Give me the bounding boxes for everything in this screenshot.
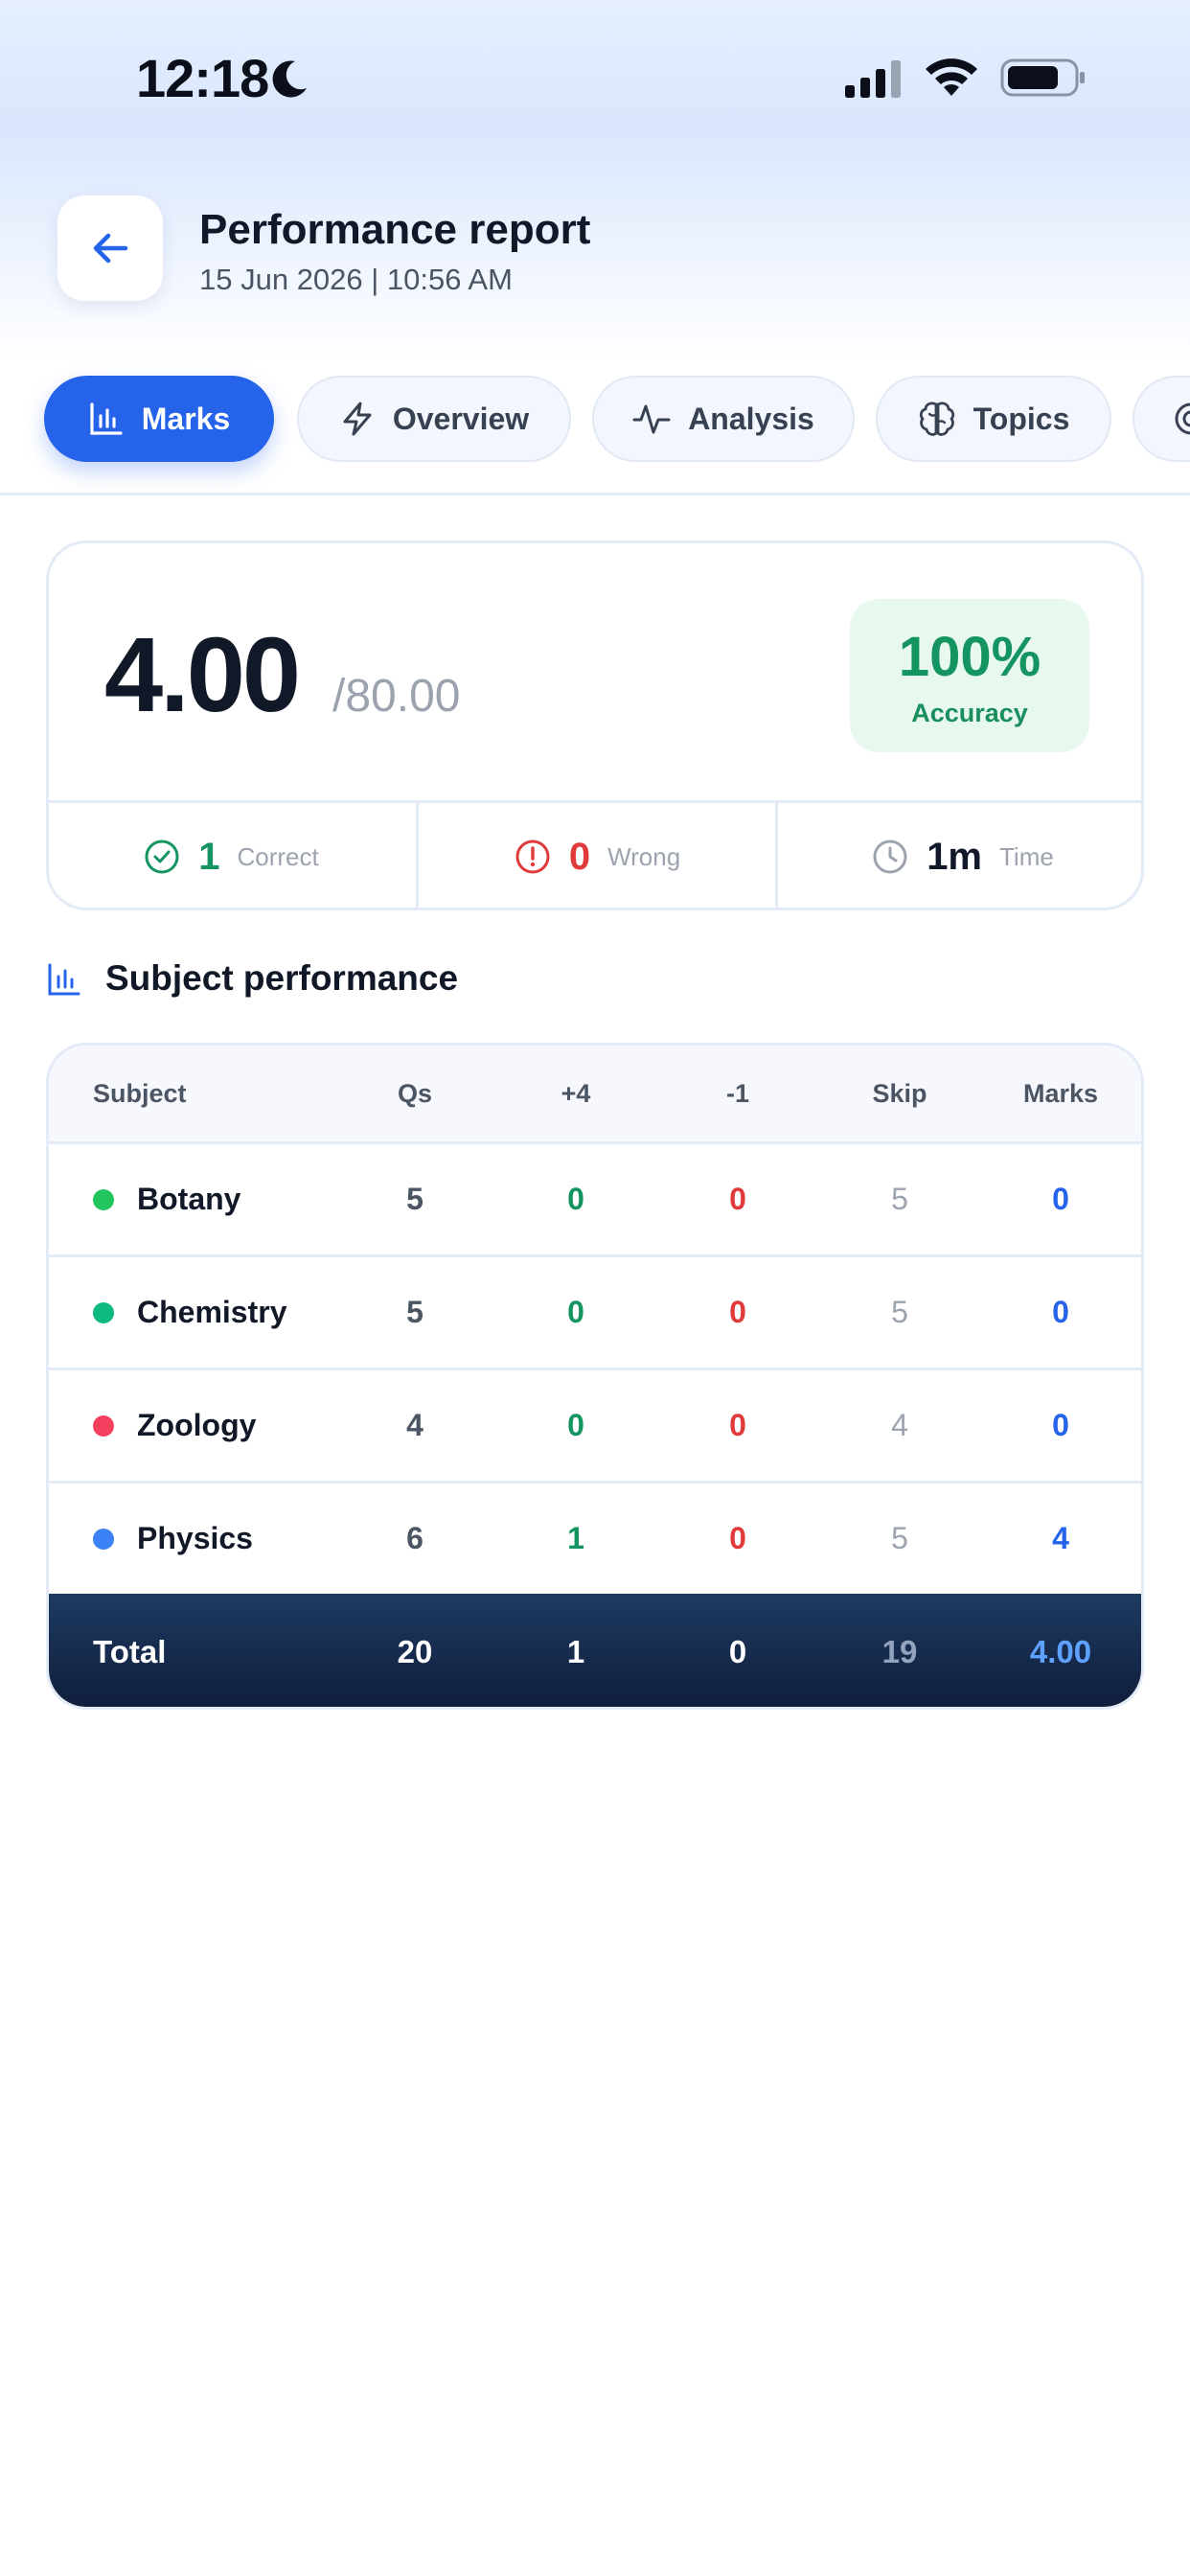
subject-performance-table: Subject Qs +4 -1 Skip Marks Botany 5 0 0… xyxy=(46,1043,1144,1710)
score-value: 4.00 xyxy=(104,616,301,734)
page-title: Performance report xyxy=(199,206,591,253)
stat-correct: 1 Correct xyxy=(49,803,413,908)
table-row[interactable]: Zoology 4 0 0 4 0 xyxy=(49,1368,1141,1481)
table-row[interactable]: Physics 6 1 0 5 4 xyxy=(49,1481,1141,1594)
table-row[interactable]: Chemistry 5 0 0 5 0 xyxy=(49,1254,1141,1368)
subject-color-dot xyxy=(93,1301,114,1323)
skip-cell: 4 xyxy=(891,1408,908,1442)
back-button[interactable] xyxy=(57,196,163,301)
qs-cell: 6 xyxy=(406,1521,423,1555)
minus-cell: 0 xyxy=(729,1408,746,1442)
minus-cell: 0 xyxy=(729,1182,746,1216)
tab-topics[interactable]: Topics xyxy=(876,376,1111,462)
subject-color-dot xyxy=(93,1414,114,1437)
subject-name: Physics xyxy=(137,1521,253,1555)
total-marks: 4.00 xyxy=(1029,1634,1092,1669)
qs-cell: 5 xyxy=(406,1182,423,1216)
check-circle-icon xyxy=(145,840,179,874)
minus-cell: 0 xyxy=(729,1521,746,1555)
tab-overview[interactable]: Overview xyxy=(297,376,571,462)
time-label: Time xyxy=(999,841,1054,871)
wifi-icon xyxy=(926,58,977,96)
table-row[interactable]: Botany 5 0 0 5 0 xyxy=(49,1141,1141,1254)
brain-icon xyxy=(919,402,954,436)
header-qs: Qs xyxy=(397,1078,433,1108)
tab-analysis[interactable]: Analysis xyxy=(592,376,855,462)
wrong-label: Wrong xyxy=(607,841,681,871)
plus-cell: 0 xyxy=(567,1182,584,1216)
arrow-left-icon xyxy=(93,233,128,264)
subject-name: Chemistry xyxy=(137,1295,287,1329)
table-header-row: Subject Qs +4 -1 Skip Marks xyxy=(49,1046,1141,1141)
plus-cell: 0 xyxy=(567,1295,584,1329)
wrong-count: 0 xyxy=(568,835,591,878)
accuracy-badge: 100% Accuracy xyxy=(850,599,1089,752)
subject-cell: Botany xyxy=(93,1144,380,1254)
score-total: /80.00 xyxy=(332,671,461,722)
stat-time: 1m Time xyxy=(781,803,1141,908)
tab-analysis-label: Analysis xyxy=(688,401,814,436)
target-icon xyxy=(1175,402,1190,435)
tab-marks[interactable]: Marks xyxy=(44,376,274,462)
marks-cell: 0 xyxy=(1052,1295,1069,1329)
qs-cell: 5 xyxy=(406,1295,423,1329)
total-plus: 1 xyxy=(566,1634,585,1669)
report-datetime: 15 Jun 2026 | 10:56 AM xyxy=(199,263,513,296)
marks-cell: 0 xyxy=(1052,1182,1069,1216)
subject-color-dot xyxy=(93,1528,114,1550)
bar-chart-icon xyxy=(48,963,80,996)
total-skip: 19 xyxy=(881,1634,918,1669)
header-subject: Subject xyxy=(93,1078,187,1108)
clock-icon xyxy=(873,840,907,874)
lightning-icon xyxy=(343,402,372,436)
performance-report-screen: 12:18 Performance report 15 Jun 2026 | 1… xyxy=(0,0,1190,2576)
skip-cell: 5 xyxy=(891,1521,908,1555)
pulse-icon xyxy=(632,404,671,434)
subject-cell: Physics xyxy=(93,1484,380,1594)
qs-cell: 4 xyxy=(406,1408,423,1442)
header-minus: -1 xyxy=(725,1078,749,1108)
plus-cell: 0 xyxy=(567,1408,584,1442)
subject-cell: Chemistry xyxy=(93,1257,380,1368)
skip-cell: 5 xyxy=(891,1182,908,1216)
tab-overview-label: Overview xyxy=(392,401,530,436)
correct-label: Correct xyxy=(237,841,319,871)
battery-icon xyxy=(1000,58,1085,97)
tab-marks-label: Marks xyxy=(141,401,231,436)
time-value: 1m xyxy=(927,835,982,878)
skip-cell: 5 xyxy=(891,1295,908,1329)
tabs-divider xyxy=(0,493,1190,495)
alert-circle-icon xyxy=(515,840,550,874)
total-minus: 0 xyxy=(728,1634,747,1669)
tab-topics-label: Topics xyxy=(973,401,1070,436)
bar-chart-icon xyxy=(90,402,123,435)
header-skip: Skip xyxy=(872,1078,927,1108)
accuracy-value: 100% xyxy=(898,626,1041,688)
subject-name: Botany xyxy=(137,1182,241,1216)
subject-color-dot xyxy=(93,1188,114,1210)
plus-cell: 1 xyxy=(567,1521,584,1555)
header-plus: +4 xyxy=(561,1078,591,1108)
marks-cell: 4 xyxy=(1052,1521,1069,1555)
total-label: Total xyxy=(93,1634,167,1669)
status-bar: 12:18 xyxy=(0,0,1190,153)
status-time: 12:18 xyxy=(136,48,269,108)
stat-wrong: 0 Wrong xyxy=(416,803,778,908)
subject-cell: Zoology xyxy=(93,1370,380,1481)
moon-icon xyxy=(272,60,307,98)
tab-more[interactable] xyxy=(1133,376,1190,462)
cellular-signal-icon xyxy=(845,60,901,98)
section-title: Subject performance xyxy=(105,958,459,998)
tab-bar: Marks Overview Analysis Topics xyxy=(0,376,1190,468)
table-total-row: Total 20 1 0 19 4.00 xyxy=(49,1594,1141,1707)
marks-cell: 0 xyxy=(1052,1408,1069,1442)
minus-cell: 0 xyxy=(729,1295,746,1329)
correct-count: 1 xyxy=(198,835,220,878)
score-card: 4.00 /80.00 100% Accuracy 1 Correct 0 Wr… xyxy=(46,540,1144,910)
subject-name: Zoology xyxy=(137,1408,257,1442)
total-qs: 20 xyxy=(397,1634,433,1669)
accuracy-label: Accuracy xyxy=(911,699,1028,727)
header-marks: Marks xyxy=(1022,1078,1099,1108)
